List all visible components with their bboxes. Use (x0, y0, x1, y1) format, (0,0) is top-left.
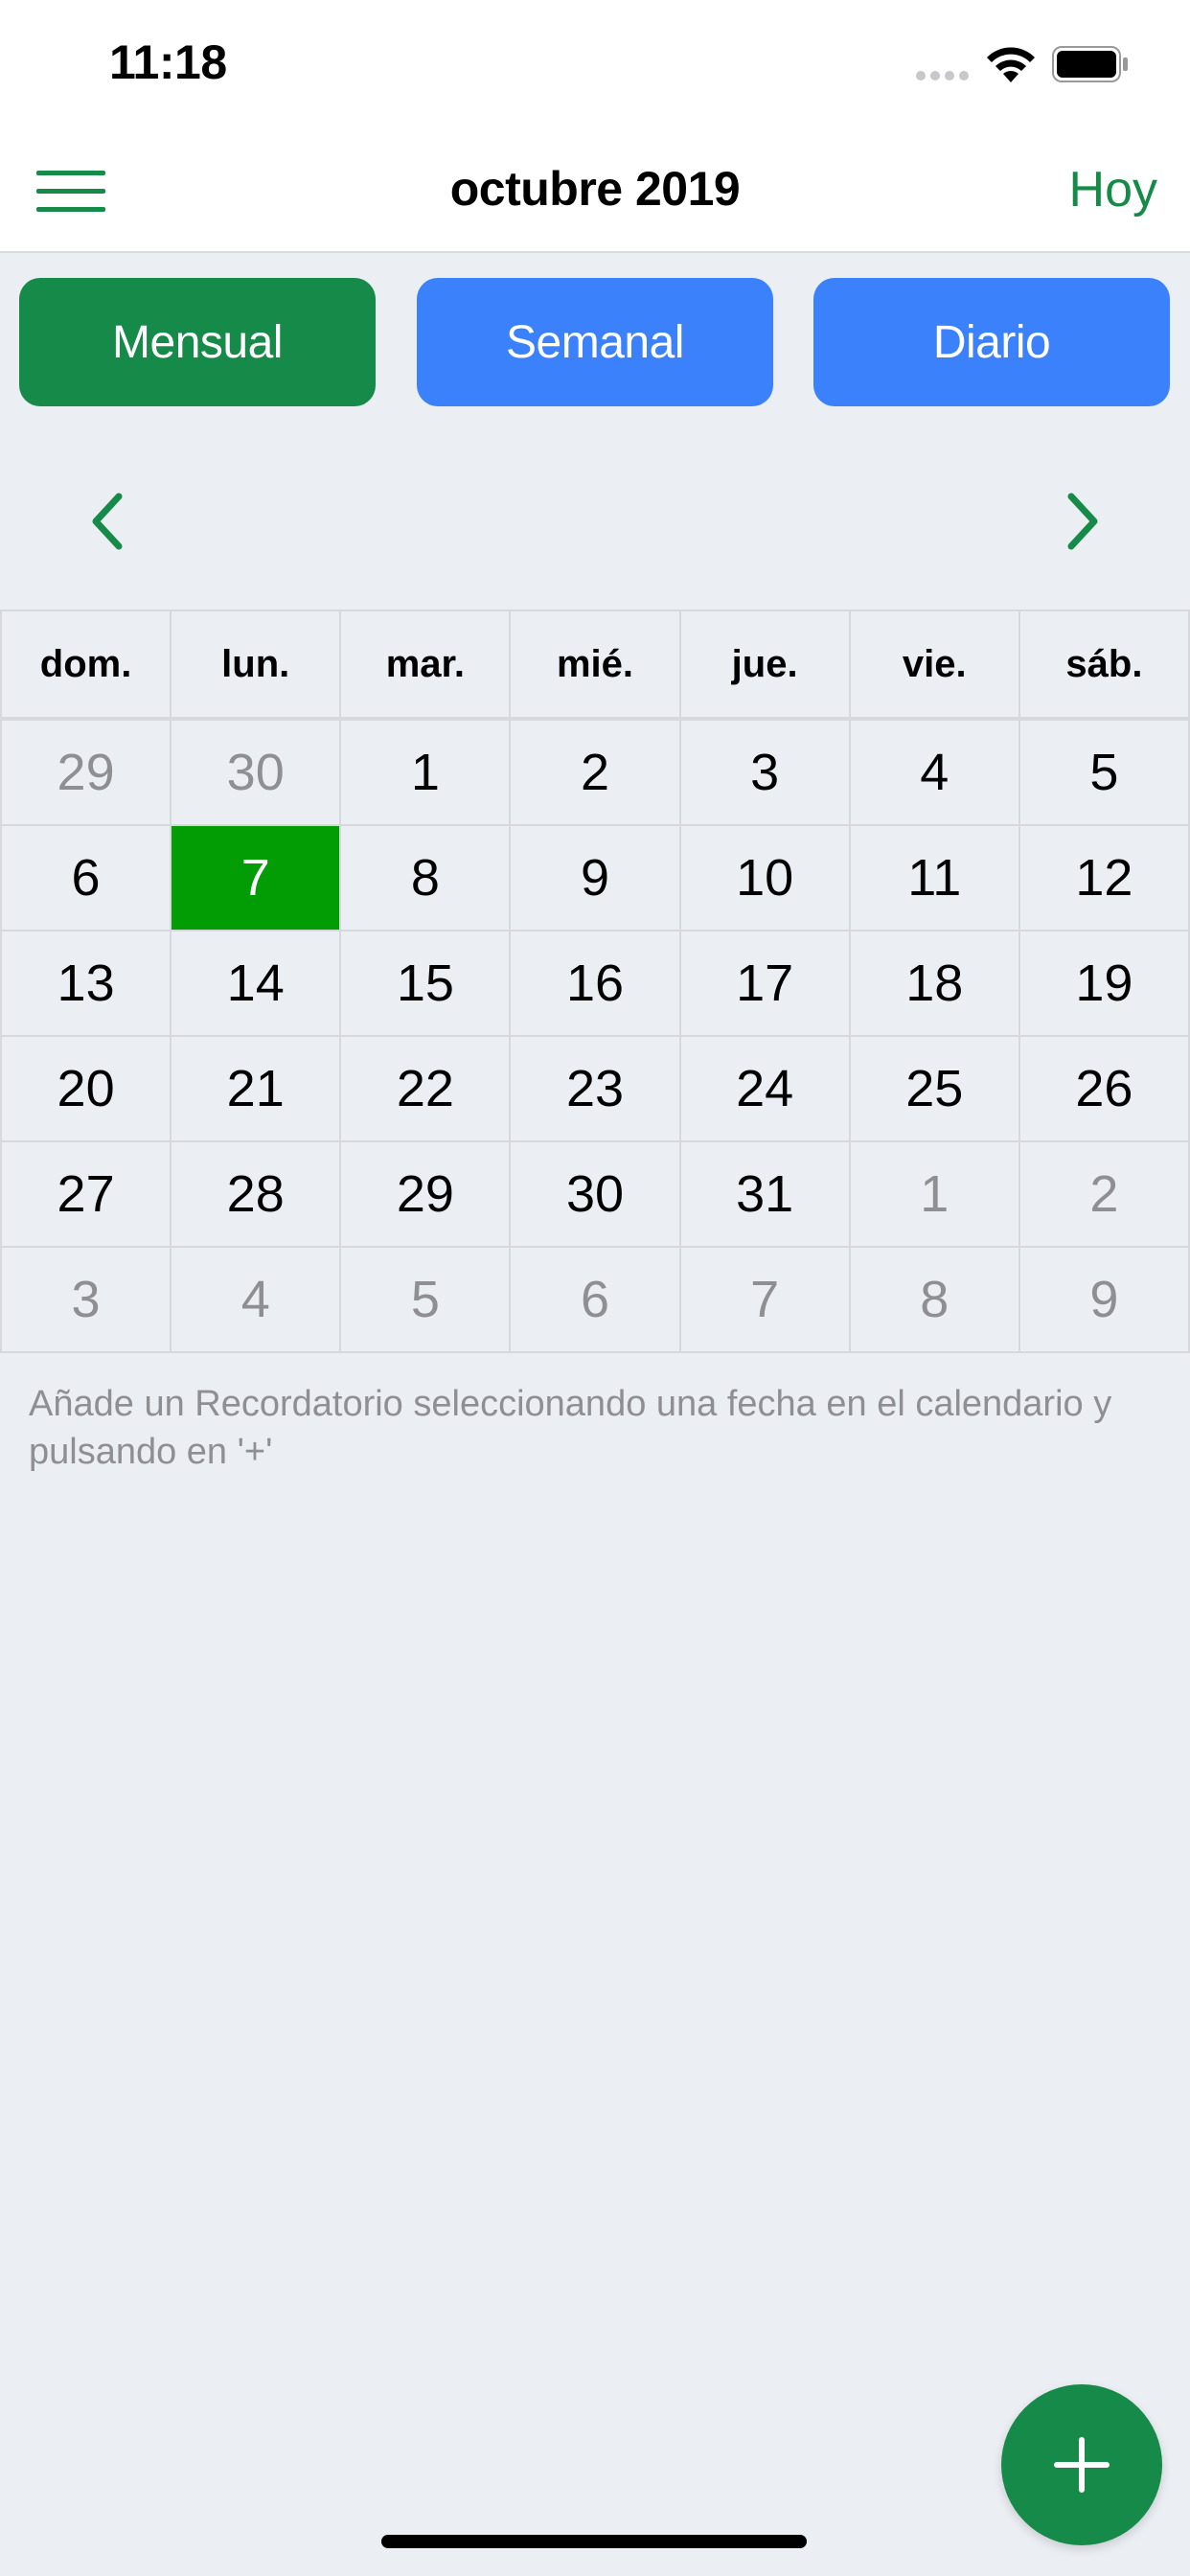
today-button[interactable]: Hoy (1069, 161, 1157, 218)
calendar-day-outside[interactable]: 29 (0, 721, 172, 826)
plus-icon (1054, 2437, 1110, 2493)
calendar-day-outside[interactable]: 1 (850, 1142, 1020, 1248)
calendar-week: 6 7 8 9 10 11 12 (0, 826, 1190, 932)
month-calendar: dom. lun. mar. mié. jue. vie. sáb. 29 30… (0, 610, 1190, 1353)
calendar-day[interactable]: 25 (850, 1037, 1020, 1142)
calendar-week: 13 14 15 16 17 18 19 (0, 932, 1190, 1037)
calendar-day[interactable]: 19 (1019, 932, 1190, 1037)
calendar-day[interactable]: 9 (511, 826, 681, 932)
daily-view-button[interactable]: Diario (813, 278, 1170, 406)
calendar-day[interactable]: 6 (0, 826, 172, 932)
home-indicator (381, 2535, 807, 2548)
calendar-day[interactable]: 26 (1019, 1037, 1190, 1142)
calendar-day-outside[interactable]: 30 (172, 721, 342, 826)
chevron-right-icon[interactable] (1058, 491, 1106, 552)
monthly-view-button[interactable]: Mensual (19, 278, 376, 406)
calendar-day[interactable]: 20 (0, 1037, 172, 1142)
calendar-week: 27 28 29 30 31 1 2 (0, 1142, 1190, 1248)
calendar-week: 29 30 1 2 3 4 5 (0, 721, 1190, 826)
calendar-day[interactable]: 13 (0, 932, 172, 1037)
calendar-day[interactable]: 27 (0, 1142, 172, 1248)
calendar-day[interactable]: 15 (341, 932, 512, 1037)
calendar-day[interactable]: 24 (680, 1037, 851, 1142)
status-time: 11:18 (109, 35, 227, 89)
calendar-day-outside[interactable]: 2 (1019, 1142, 1190, 1248)
calendar-day[interactable]: 14 (172, 932, 342, 1037)
calendar-day[interactable]: 31 (680, 1142, 851, 1248)
weekday-label: jue. (680, 610, 851, 717)
view-switcher: Mensual Semanal Diario (19, 278, 1171, 406)
empty-state-hint: Añade un Recordatorio seleccionando una … (29, 1384, 1112, 1472)
status-bar: 11:18 (0, 0, 1190, 126)
calendar-day-selected[interactable]: 7 (172, 826, 342, 932)
calendar-day[interactable]: 8 (341, 826, 512, 932)
calendar-day[interactable]: 21 (172, 1037, 342, 1142)
calendar-week: 3 4 5 6 7 8 9 (0, 1248, 1190, 1353)
calendar-day-outside[interactable]: 4 (172, 1248, 342, 1353)
calendar-day[interactable]: 4 (850, 721, 1020, 826)
calendar-day[interactable]: 18 (850, 932, 1020, 1037)
calendar-day[interactable]: 2 (511, 721, 681, 826)
weekday-label: lun. (172, 610, 342, 717)
add-reminder-button[interactable] (1001, 2384, 1162, 2545)
calendar-day[interactable]: 3 (680, 721, 851, 826)
calendar-day[interactable]: 11 (850, 826, 1020, 932)
calendar-day[interactable]: 28 (172, 1142, 342, 1248)
calendar-day[interactable]: 5 (1019, 721, 1190, 826)
weekday-label: dom. (0, 610, 172, 717)
weekday-label: mié. (511, 610, 681, 717)
calendar-day-outside[interactable]: 3 (0, 1248, 172, 1353)
calendar-day[interactable]: 23 (511, 1037, 681, 1142)
calendar-day-outside[interactable]: 9 (1019, 1248, 1190, 1353)
weekday-label: mar. (341, 610, 512, 717)
signal-icon (916, 71, 969, 80)
calendar-day-outside[interactable]: 8 (850, 1248, 1020, 1353)
battery-icon (1052, 46, 1128, 82)
calendar-day[interactable]: 17 (680, 932, 851, 1037)
weekday-label: sáb. (1019, 610, 1190, 717)
calendar-day[interactable]: 29 (341, 1142, 512, 1248)
calendar-day-outside[interactable]: 6 (511, 1248, 681, 1353)
calendar-week: 20 21 22 23 24 25 26 (0, 1037, 1190, 1142)
weekday-header: dom. lun. mar. mié. jue. vie. sáb. (0, 610, 1190, 721)
page-title: octubre 2019 (449, 162, 741, 216)
navigation-bar: octubre 2019 Hoy (0, 126, 1190, 253)
chevron-left-icon[interactable] (84, 491, 132, 552)
calendar-day[interactable]: 30 (511, 1142, 681, 1248)
calendar-day[interactable]: 22 (341, 1037, 512, 1142)
calendar-day[interactable]: 12 (1019, 826, 1190, 932)
weekly-view-button[interactable]: Semanal (417, 278, 773, 406)
weekday-label: vie. (850, 610, 1020, 717)
calendar-day-outside[interactable]: 7 (680, 1248, 851, 1353)
calendar-day[interactable]: 1 (341, 721, 512, 826)
calendar-day[interactable]: 16 (511, 932, 681, 1037)
calendar-day[interactable]: 10 (680, 826, 851, 932)
calendar-day-outside[interactable]: 5 (341, 1248, 512, 1353)
wifi-icon (987, 47, 1035, 82)
